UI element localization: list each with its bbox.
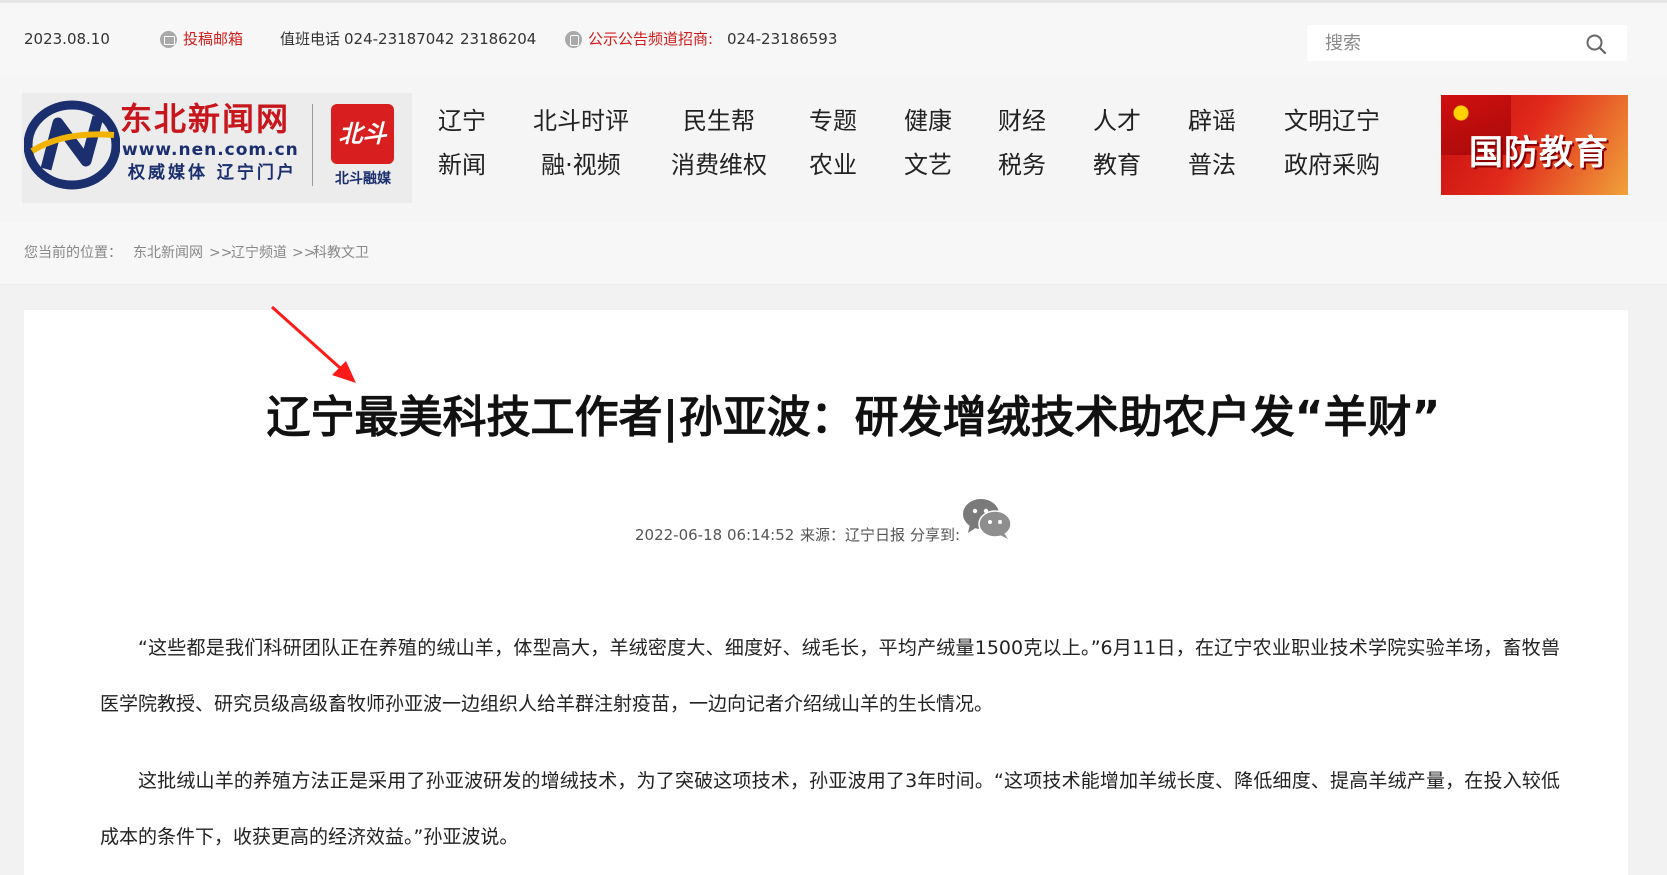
breadcrumb-home[interactable]: 东北新闻网 xyxy=(133,244,203,262)
nav-consumer-rights[interactable]: 消费维权 xyxy=(664,151,774,179)
article-paragraph-2: 这批绒山羊的养殖方法正是采用了孙亚波研发的增绒技术，为了突破这项技术，孙亚波用了… xyxy=(100,770,1560,848)
nav-agriculture[interactable]: 农业 xyxy=(803,151,863,179)
breadcrumb-section[interactable]: 科教文卫 xyxy=(313,244,369,262)
phone-icon xyxy=(565,31,582,48)
logo-site-name: 东北新闻网 xyxy=(120,100,291,138)
nav-group-7: 人才 教育 xyxy=(1087,107,1147,179)
nav-rumor-refute[interactable]: 辟谣 xyxy=(1182,107,1242,135)
breadcrumb-sep: >> xyxy=(292,245,316,261)
nav-group-5: 健康 文艺 xyxy=(898,107,958,179)
duty-phone-label: 值班电话 xyxy=(280,30,341,48)
nav-news[interactable]: 新闻 xyxy=(432,151,492,179)
nav-video[interactable]: 融·视频 xyxy=(526,151,636,179)
nav-civilized-liaoning[interactable]: 文明辽宁 xyxy=(1277,107,1387,135)
logo-url: www.nen.com.cn xyxy=(122,140,299,160)
nav-group-6: 财经 税务 xyxy=(992,107,1052,179)
nav-liaoning[interactable]: 辽宁 xyxy=(432,107,492,135)
nav-law[interactable]: 普法 xyxy=(1182,151,1242,179)
breadcrumb-channel[interactable]: 辽宁频道 xyxy=(231,244,287,262)
nav-group-2: 北斗时评 融·视频 xyxy=(526,107,636,179)
nav-gov-procurement[interactable]: 政府采购 xyxy=(1277,151,1387,179)
search-box xyxy=(1307,25,1627,61)
red-arrow-annotation-icon xyxy=(270,305,356,383)
nav-talent[interactable]: 人才 xyxy=(1087,107,1147,135)
nav-health[interactable]: 健康 xyxy=(898,107,958,135)
search-icon[interactable] xyxy=(1585,33,1607,55)
wechat-share-icon[interactable] xyxy=(962,497,1012,539)
nen-logo-icon[interactable] xyxy=(24,95,120,191)
breadcrumb: 您当前的位置： 东北新闻网 >> 辽宁频道 >> 科教文卫 xyxy=(0,222,1667,285)
mail-icon xyxy=(160,31,177,48)
ad-phone-number: 024-23186593 xyxy=(727,30,838,48)
nav-minsheng[interactable]: 民生帮 xyxy=(664,107,774,135)
breadcrumb-prefix: 您当前的位置： xyxy=(24,245,122,261)
article-title: 辽宁最美科技工作者|孙亚波：研发增绒技术助农户发“羊财” xyxy=(266,392,1441,443)
beidou-logo-icon[interactable]: 北斗 xyxy=(331,104,394,164)
nav-education[interactable]: 教育 xyxy=(1087,151,1147,179)
ad-channel-label[interactable]: 公示公告频道招商: xyxy=(588,29,713,49)
nav-finance[interactable]: 财经 xyxy=(992,107,1052,135)
logo-slogan: 权威媒体 辽宁门户 xyxy=(128,163,297,183)
nav-group-9: 文明辽宁 政府采购 xyxy=(1277,107,1387,179)
duty-phone-number-2: 23186204 xyxy=(460,30,537,48)
banner-text: 国防教育 xyxy=(1469,133,1609,173)
top-bar: 2023.08.10 投稿邮箱 值班电话 024-23187042 231862… xyxy=(0,0,1667,76)
nav-arts[interactable]: 文艺 xyxy=(898,151,958,179)
logo-divider xyxy=(312,104,313,186)
nav-group-1: 辽宁 新闻 xyxy=(432,107,492,179)
national-defense-banner[interactable]: 国防教育 xyxy=(1441,95,1628,195)
duty-phone-number: 024-23187042 xyxy=(344,30,455,48)
nav-group-8: 辟谣 普法 xyxy=(1182,107,1242,179)
nav-group-4: 专题 农业 xyxy=(803,107,863,179)
nav-group-3: 民生帮 消费维权 xyxy=(664,107,774,179)
search-input[interactable] xyxy=(1307,25,1577,61)
share-label: 分享到: xyxy=(910,526,961,544)
beidou-name: 北斗融媒 xyxy=(335,171,391,187)
article-source: 来源：辽宁日报 xyxy=(800,526,906,544)
article-paragraph-1: “这些都是我们科研团队正在养殖的绒山羊，体型高大，羊绒密度大、细度好、绒毛长，平… xyxy=(100,637,1560,715)
article-datetime: 2022-06-18 06:14:52 xyxy=(635,526,795,544)
submit-email-link[interactable]: 投稿邮箱 xyxy=(183,29,243,49)
nav-beidou-commentary[interactable]: 北斗时评 xyxy=(526,107,636,135)
nav-tax[interactable]: 税务 xyxy=(992,151,1052,179)
nav-topics[interactable]: 专题 xyxy=(803,107,863,135)
breadcrumb-sep: >> xyxy=(209,245,233,261)
current-date: 2023.08.10 xyxy=(24,30,110,48)
